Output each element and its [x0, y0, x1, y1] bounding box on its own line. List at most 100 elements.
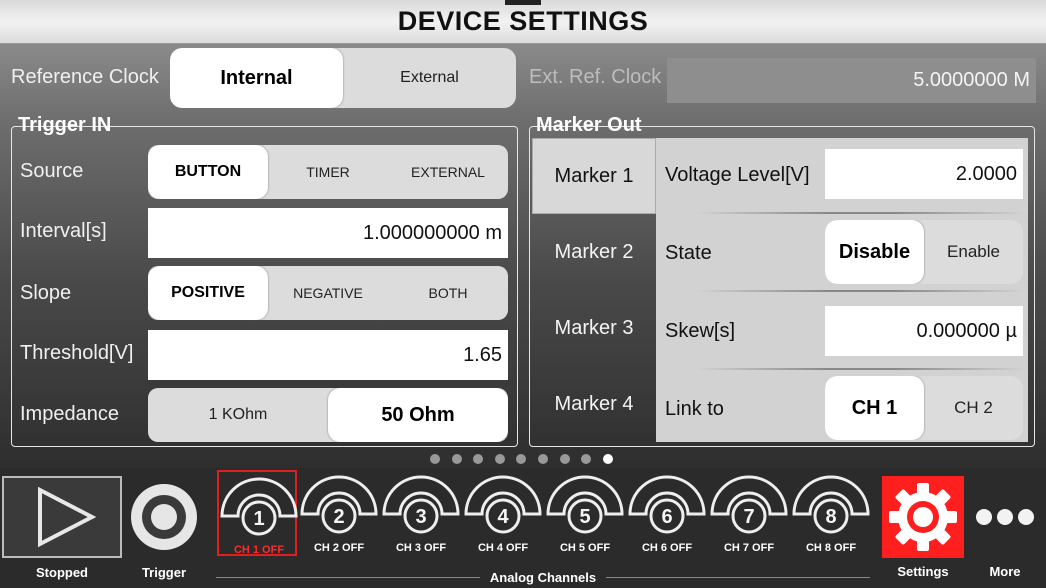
channel-number: 2	[333, 506, 344, 528]
channel-status-label: CH 3 OFF	[395, 542, 447, 554]
channel-dial-icon: 4	[464, 475, 542, 534]
settings-button[interactable]	[882, 476, 964, 558]
trigger-interval-field[interactable]: 1.000000000 m	[148, 208, 508, 258]
channel-dial-icon: 1	[220, 477, 298, 536]
state-selector: Disable Enable	[825, 220, 1023, 284]
channel-dial-icon: 5	[546, 475, 624, 534]
gear-icon	[889, 483, 957, 551]
channel-status-label: CH 6 OFF	[641, 542, 693, 554]
channel-status-label: CH 4 OFF	[477, 542, 529, 554]
channel-7-button[interactable]: 7 CH 7 OFF	[709, 470, 789, 556]
channel-2-button[interactable]: 2 CH 2 OFF	[299, 470, 379, 556]
stopped-label: Stopped	[36, 565, 88, 580]
trigger-slope-positive-option[interactable]: POSITIVE	[148, 266, 268, 320]
settings-label: Settings	[897, 564, 949, 579]
state-disable-option[interactable]: Disable	[825, 220, 924, 284]
skew-label: Skew[s]	[665, 320, 736, 342]
channel-number: 3	[415, 506, 426, 528]
trigger-source-external-option[interactable]: EXTERNAL	[388, 145, 508, 199]
page-dot[interactable]	[537, 454, 548, 464]
channel-5-button[interactable]: 5 CH 5 OFF	[545, 470, 625, 556]
state-enable-option[interactable]: Enable	[924, 220, 1023, 284]
trigger-interval-label: Interval[s]	[20, 220, 107, 242]
channel-8-button[interactable]: 8 CH 8 OFF	[791, 470, 871, 556]
ext-ref-clock-field: 5.0000000 M	[667, 58, 1036, 103]
channel-4-button[interactable]: 4 CH 4 OFF	[463, 470, 543, 556]
trigger-source-selector: BUTTON TIMER EXTERNAL	[148, 145, 508, 199]
marker-out-title: Marker Out	[536, 114, 642, 136]
page-dot[interactable]	[473, 454, 484, 464]
marker-3-item[interactable]: Marker 3	[532, 290, 656, 366]
page-dot[interactable]	[430, 454, 440, 464]
row-separator	[696, 368, 1026, 370]
reference-clock-internal-option[interactable]: Internal	[170, 48, 343, 108]
trigger-in-title: Trigger IN	[18, 114, 112, 136]
voltage-level-label: Voltage Level[V]	[665, 164, 810, 186]
link-to-label: Link to	[665, 398, 724, 420]
state-label: State	[665, 242, 712, 264]
trigger-slope-selector: POSITIVE NEGATIVE BOTH	[148, 266, 508, 320]
trigger-button[interactable]	[128, 481, 200, 553]
channel-status-label: CH 8 OFF	[805, 542, 857, 554]
page-dot[interactable]	[581, 454, 592, 464]
row-separator	[696, 290, 1026, 292]
channel-number: 8	[825, 506, 836, 528]
channel-status-label: CH 1 OFF	[233, 544, 285, 556]
channel-6-button[interactable]: 6 CH 6 OFF	[627, 470, 707, 556]
pull-tab-handle[interactable]	[505, 0, 541, 5]
play-icon	[38, 486, 97, 548]
link-to-selector: CH 1 CH 2	[825, 376, 1023, 440]
reference-clock-external-option[interactable]: External	[343, 48, 516, 108]
marker-detail-panel: Voltage Level[V] 2.0000 State Disable En…	[656, 138, 1028, 442]
link-ch2-option[interactable]: CH 2	[924, 376, 1023, 440]
header-bar: DEVICE SETTINGS	[0, 0, 1046, 44]
trigger-slope-negative-option[interactable]: NEGATIVE	[268, 266, 388, 320]
channel-1-button[interactable]: 1 CH 1 OFF	[217, 470, 298, 556]
marker-4-item[interactable]: Marker 4	[532, 366, 656, 442]
marker-1-item[interactable]: Marker 1	[532, 138, 656, 214]
impedance-1kohm-option[interactable]: 1 KOhm	[148, 388, 328, 442]
trigger-source-label: Source	[20, 160, 84, 182]
channel-dial-icon: 7	[710, 475, 788, 534]
trigger-threshold-field[interactable]: 1.65	[148, 330, 508, 380]
run-stop-button[interactable]	[2, 476, 122, 558]
trigger-source-button-option[interactable]: BUTTON	[148, 145, 268, 199]
channel-status-label: CH 7 OFF	[723, 542, 775, 554]
reference-clock-label: Reference Clock	[11, 66, 159, 88]
channel-dial-icon: 8	[792, 475, 870, 534]
channel-3-button[interactable]: 3 CH 3 OFF	[381, 470, 461, 556]
more-label: More	[989, 564, 1021, 579]
channel-number: 6	[661, 506, 672, 528]
page-title: DEVICE SETTINGS	[397, 6, 649, 36]
bottom-toolbar: Stopped Trigger 1 CH 1 OFF 2 CH 2 OFF 3 CH 3 …	[0, 468, 1046, 588]
trigger-impedance-label: Impedance	[20, 403, 119, 425]
marker-list: Marker 1 Marker 2 Marker 3 Marker 4	[532, 138, 656, 442]
page-dot[interactable]	[451, 454, 462, 464]
channel-dial-icon: 2	[300, 475, 378, 534]
skew-field[interactable]: 0.000000 µ	[825, 306, 1023, 356]
trigger-impedance-selector: 1 KOhm 50 Ohm	[148, 388, 508, 442]
marker-2-item[interactable]: Marker 2	[532, 214, 656, 290]
row-separator	[696, 212, 1026, 214]
trigger-slope-both-option[interactable]: BOTH	[388, 266, 508, 320]
channel-status-label: CH 5 OFF	[559, 542, 611, 554]
channel-dial-icon: 3	[382, 475, 460, 534]
page-dot[interactable]	[559, 454, 570, 464]
impedance-50ohm-option[interactable]: 50 Ohm	[328, 388, 508, 442]
page-dot[interactable]	[516, 454, 527, 464]
more-button[interactable]	[970, 498, 1040, 538]
page-dot[interactable]	[494, 454, 505, 464]
ext-ref-clock-label: Ext. Ref. Clock	[529, 66, 662, 88]
more-dots-icon	[976, 509, 1034, 525]
trigger-threshold-label: Threshold[V]	[20, 342, 134, 364]
trigger-slope-label: Slope	[20, 282, 72, 304]
analog-channels-label: Analog Channels	[480, 570, 606, 585]
voltage-level-field[interactable]: 2.0000	[825, 149, 1023, 199]
channel-number: 1	[253, 508, 264, 530]
trigger-source-timer-option[interactable]: TIMER	[268, 145, 388, 199]
trigger-label: Trigger	[141, 565, 187, 580]
link-ch1-option[interactable]: CH 1	[825, 376, 924, 440]
channel-dial-icon: 6	[628, 475, 706, 534]
channel-status-label: CH 2 OFF	[313, 542, 365, 554]
page-dot[interactable]	[602, 454, 613, 464]
